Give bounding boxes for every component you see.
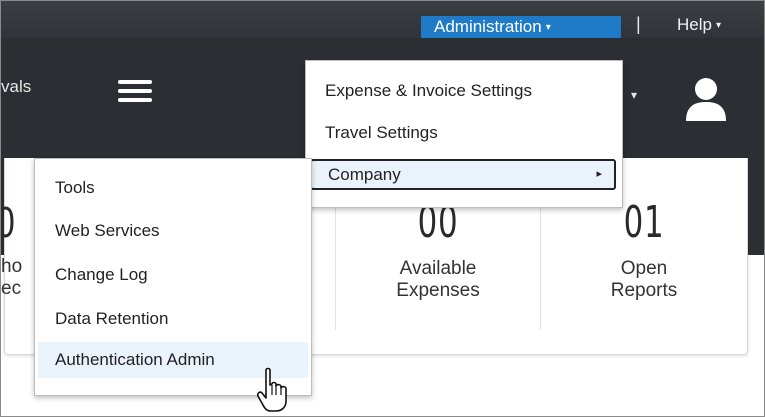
- top-bar: Administration ▾ | Help ▾: [1, 1, 764, 38]
- help-menu-button[interactable]: Help ▾: [677, 15, 721, 35]
- help-label: Help: [677, 15, 712, 34]
- app-window: Administration▾ | Help▾ vals ▾ 0 ho ec 0…: [0, 0, 765, 417]
- tile-number: 0: [1, 200, 15, 246]
- menu-item-company[interactable]: Company ▸: [310, 159, 616, 190]
- chevron-right-icon: ▸: [596, 168, 602, 180]
- user-menu-caret-icon[interactable]: ▾: [631, 88, 637, 102]
- tile-label: ho ec: [1, 256, 23, 299]
- hamburger-icon[interactable]: [118, 80, 152, 102]
- header-separator: |: [636, 14, 641, 34]
- chevron-down-icon: ▾: [545, 22, 551, 33]
- user-icon[interactable]: [684, 75, 728, 123]
- submenu-item-change-log[interactable]: Change Log: [55, 265, 148, 285]
- submenu-item-tools[interactable]: Tools: [55, 178, 95, 198]
- menu-item-label: Company: [328, 165, 401, 184]
- submenu-item-data-retention[interactable]: Data Retention: [55, 309, 168, 329]
- administration-menu-button[interactable]: Administration ▾: [421, 16, 621, 38]
- tile-label: Open Reports: [610, 258, 678, 301]
- chevron-down-icon: ▾: [715, 20, 721, 31]
- administration-label: Administration: [434, 17, 542, 36]
- menu-item-expense-invoice-settings[interactable]: Expense & Invoice Settings: [325, 81, 532, 101]
- company-submenu: Tools Web Services Change Log Data Reten…: [34, 158, 312, 396]
- hand-pointer-cursor-icon: [257, 367, 287, 412]
- submenu-item-web-services[interactable]: Web Services: [55, 221, 160, 241]
- tile-label: Available Expenses: [396, 258, 480, 301]
- nav-item-approvals[interactable]: vals: [1, 77, 31, 97]
- menu-item-travel-settings[interactable]: Travel Settings: [325, 123, 438, 143]
- administration-dropdown: Expense & Invoice Settings Travel Settin…: [305, 60, 623, 208]
